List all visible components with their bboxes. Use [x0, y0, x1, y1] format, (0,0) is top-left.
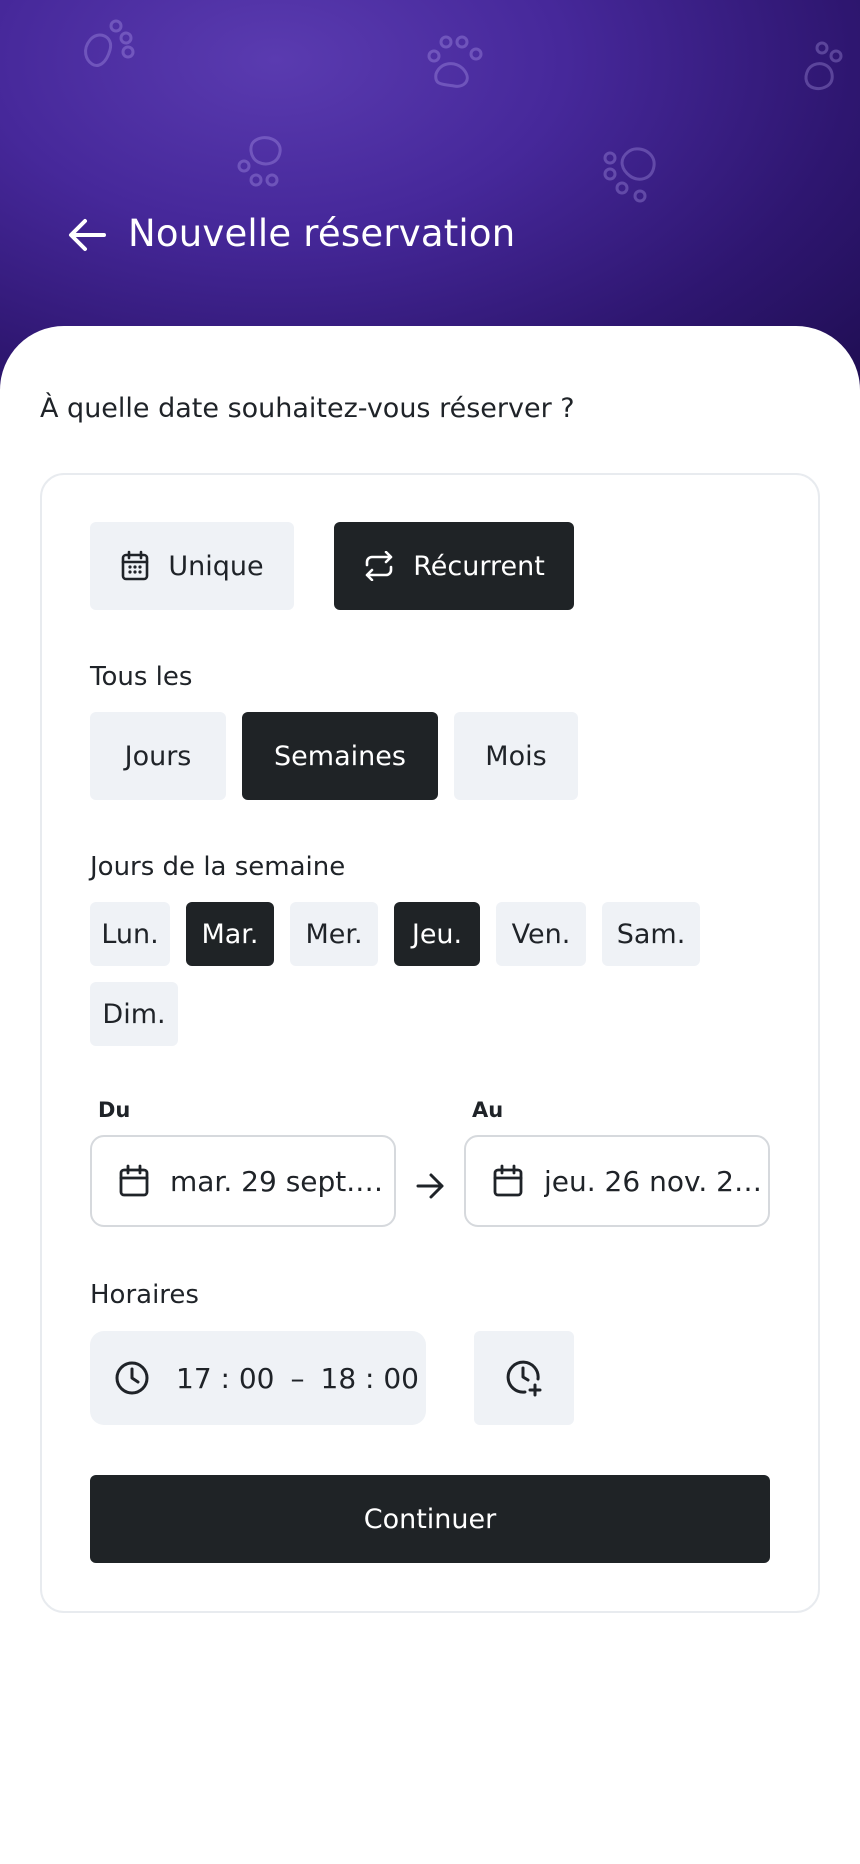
clock-icon — [115, 1361, 149, 1395]
weekday-mer[interactable]: Mer. — [290, 902, 378, 966]
date-question: À quelle date souhaitez-vous réserver ? — [40, 393, 575, 424]
frequency-option-semaines[interactable]: Semaines — [242, 712, 438, 800]
weekday-mar[interactable]: Mar. — [186, 902, 274, 966]
back-button[interactable] — [66, 214, 108, 256]
time-separator: – — [290, 1361, 305, 1395]
time-range-picker[interactable]: 17 : 00 – 18 : 00 — [90, 1331, 426, 1425]
paw-print-icon — [237, 136, 282, 187]
weekday-lun[interactable]: Lun. — [90, 902, 170, 966]
schedule-label: Horaires — [90, 1280, 199, 1310]
arrow-left-icon — [69, 219, 106, 251]
end-time: 18 : 00 — [320, 1361, 420, 1395]
recurrent-button[interactable]: Récurrent — [334, 522, 574, 610]
weekday-jeu[interactable]: Jeu. — [394, 902, 480, 966]
calendar-icon — [119, 1164, 149, 1197]
to-date-field[interactable]: jeu. 26 nov. 20… — [464, 1135, 770, 1227]
from-date-field[interactable]: mar. 29 sept. 2… — [90, 1135, 396, 1227]
clock-plus-icon — [506, 1360, 542, 1397]
repeat-icon — [363, 551, 395, 581]
frequency-label: Tous les — [90, 662, 193, 692]
calendar-grid-icon — [120, 550, 150, 582]
unique-label: Unique — [168, 550, 264, 582]
to-label: Au — [472, 1098, 504, 1122]
from-label: Du — [98, 1098, 131, 1122]
frequency-option-jours[interactable]: Jours — [90, 712, 226, 800]
weekday-dim[interactable]: Dim. — [90, 982, 178, 1046]
to-date-value: jeu. 26 nov. 20… — [544, 1164, 764, 1198]
page-title: Nouvelle réservation — [128, 212, 516, 255]
recurrent-label: Récurrent — [413, 550, 545, 582]
continue-button[interactable]: Continuer — [90, 1475, 770, 1563]
weekdays-label: Jours de la semaine — [90, 852, 346, 882]
paw-print-icon — [804, 41, 843, 90]
start-time: 17 : 00 — [176, 1361, 275, 1395]
frequency-option-mois[interactable]: Mois — [454, 712, 578, 800]
from-date-value: mar. 29 sept. 2… — [170, 1164, 390, 1198]
paw-print-icon — [427, 35, 483, 88]
calendar-icon — [493, 1164, 523, 1197]
arrow-right-icon — [416, 1173, 444, 1199]
weekday-ven[interactable]: Ven. — [496, 902, 586, 966]
weekday-sam[interactable]: Sam. — [602, 902, 700, 966]
unique-button[interactable]: Unique — [90, 522, 294, 610]
paw-print-icon — [603, 147, 656, 203]
paw-print-icon — [84, 19, 135, 67]
add-time-slot-button[interactable] — [474, 1331, 574, 1425]
